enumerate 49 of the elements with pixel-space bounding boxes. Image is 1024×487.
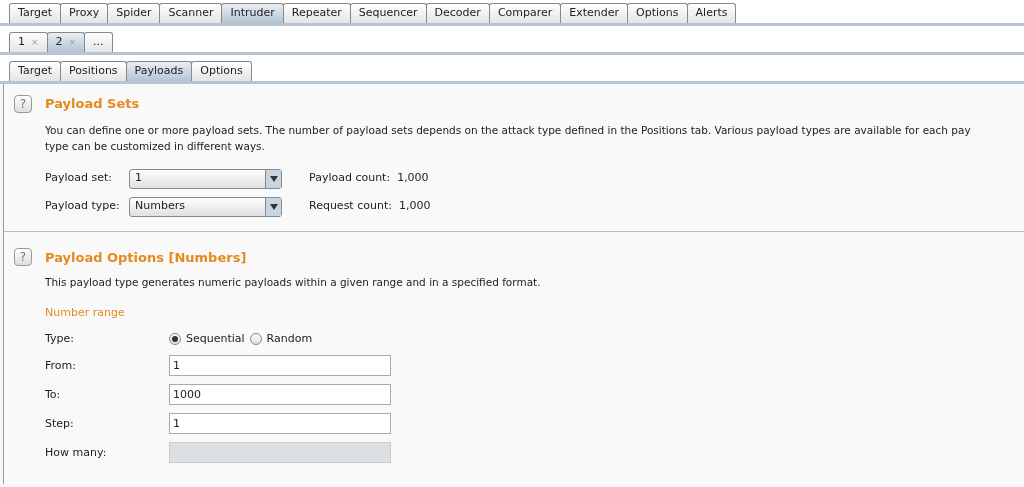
field-label: To: bbox=[45, 386, 62, 403]
tab[interactable]: 1 × bbox=[9, 32, 48, 52]
help-button[interactable]: ? bbox=[14, 94, 32, 113]
tab[interactable]: Payloads bbox=[125, 61, 193, 81]
tab[interactable]: Options bbox=[191, 61, 252, 81]
input-field[interactable]: 1000 bbox=[169, 384, 391, 406]
subheading: Number range bbox=[45, 304, 125, 321]
tab[interactable]: Intruder bbox=[221, 3, 284, 23]
section-title: Payload Sets bbox=[45, 95, 140, 113]
count-label: Request count: 1,000 bbox=[309, 198, 431, 215]
description: You can define one or more payload sets. The number of payload sets depends on the attack type defined in the Positions tab. Various payload types are available for each pay bbox=[45, 122, 972, 138]
help-button[interactable]: ? bbox=[14, 248, 32, 267]
description: type can be customized in different ways. bbox=[45, 138, 266, 154]
tab[interactable]: ... bbox=[84, 32, 113, 52]
field-label: Payload set: bbox=[45, 170, 113, 187]
dropdown[interactable]: 1 bbox=[129, 168, 282, 189]
tab[interactable]: 2 × bbox=[46, 32, 86, 52]
radio-label: Sequential bbox=[186, 331, 245, 347]
field-label: Step: bbox=[45, 415, 75, 432]
tab[interactable]: Options bbox=[627, 3, 688, 23]
input-field[interactable]: 1 bbox=[169, 355, 391, 377]
radio-label: Random bbox=[266, 331, 313, 347]
section-title: Payload Options [Numbers] bbox=[45, 248, 247, 267]
tab[interactable]: Repeater bbox=[282, 3, 351, 23]
tab[interactable]: Spider bbox=[107, 3, 161, 23]
field-label: From: bbox=[45, 357, 77, 374]
tab[interactable]: Comparer bbox=[488, 3, 562, 23]
tab[interactable]: Target bbox=[9, 61, 62, 81]
tab[interactable]: Scanner bbox=[159, 3, 223, 23]
tab[interactable]: Decoder bbox=[425, 3, 490, 23]
radio-button[interactable] bbox=[249, 333, 262, 346]
caret-icon bbox=[265, 169, 281, 188]
count-label: Payload count: 1,000 bbox=[309, 170, 429, 187]
dropdown-value: 1 bbox=[134, 170, 143, 187]
tab[interactable]: Proxy bbox=[60, 3, 109, 23]
dropdown-value: Numbers bbox=[134, 198, 186, 215]
field-label: Payload type: bbox=[45, 198, 121, 215]
tab[interactable]: Sequencer bbox=[349, 3, 427, 23]
tab[interactable]: Positions bbox=[60, 61, 127, 81]
field-label: How many: bbox=[45, 444, 108, 461]
dropdown[interactable]: Numbers bbox=[129, 196, 282, 217]
input-field[interactable]: 1 bbox=[169, 413, 391, 435]
caret-icon bbox=[265, 197, 281, 216]
tab[interactable]: Alerts bbox=[686, 3, 737, 23]
description: This payload type generates numeric payloads within a given range and in a specified format. bbox=[44, 275, 541, 290]
field-label: Type: bbox=[45, 331, 75, 347]
tab[interactable]: Extender bbox=[560, 3, 629, 23]
radio-button[interactable] bbox=[169, 333, 181, 346]
tab[interactable]: Target bbox=[9, 3, 62, 23]
